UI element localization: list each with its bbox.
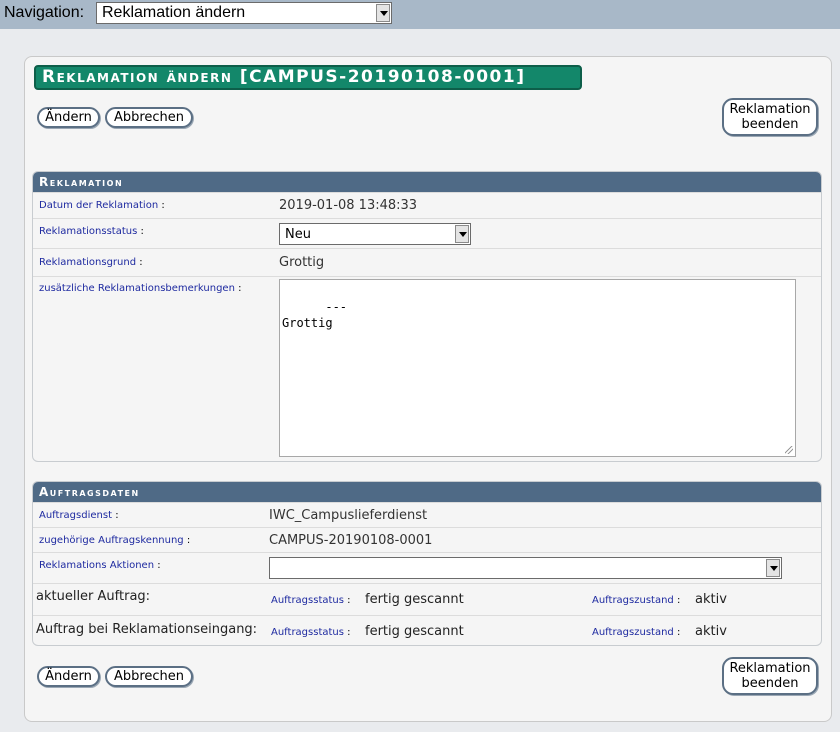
claim-remarks-row: zusätzliche Reklamationsbemerkungen : --… [33, 276, 821, 461]
claim-date-value: 2019-01-08 13:48:33 [279, 198, 418, 213]
order-id-row: zugehörige Auftragskennung : CAMPUS-2019… [33, 527, 821, 553]
order-service-label: Auftragsdienst : [39, 510, 119, 521]
chevron-down-icon[interactable] [376, 4, 390, 22]
claim-section: Reklamation Datum der Reklamation : 2019… [32, 171, 822, 462]
order-at-claim-status-label: Auftragsstatus : [271, 627, 351, 638]
claim-reason-label: Reklamationsgrund : [39, 257, 143, 268]
order-at-claim-row: Auftrag bei Reklamationseingang: Auftrag… [33, 615, 821, 645]
change-button-top[interactable]: Ändern [37, 107, 100, 128]
order-service-row: Auftragsdienst : IWC_Campuslieferdienst [33, 502, 821, 528]
current-order-condition-label: Auftragszustand : [592, 595, 681, 606]
order-at-claim-status-value: fertig gescannt [365, 624, 464, 639]
navigation-label: Navigation: [4, 4, 85, 21]
chevron-down-icon[interactable] [766, 559, 780, 577]
order-at-claim-condition-label: Auftragszustand : [592, 627, 681, 638]
claim-section-header: Reklamation [33, 172, 821, 192]
navigation-bar: Navigation: Reklamation ändern [0, 0, 840, 29]
claim-remarks-text: --- Grottig [282, 300, 348, 330]
order-section: Auftragsdaten Auftragsdienst : IWC_Campu… [32, 481, 822, 646]
claim-date-row: Datum der Reklamation : 2019-01-08 13:48… [33, 192, 821, 219]
navigation-select-value: Reklamation ändern [102, 4, 246, 21]
claim-remarks-label: zusätzliche Reklamationsbemerkungen : [39, 283, 242, 294]
claim-reason-value: Grottig [279, 255, 325, 270]
current-order-status-value: fertig gescannt [365, 592, 464, 607]
finish-claim-button-bottom[interactable]: Reklamation beenden [722, 657, 818, 695]
chevron-down-icon[interactable] [455, 225, 469, 243]
page-title: Reklamation ändern [CAMPUS-20190108-0001… [34, 65, 582, 90]
claim-status-select-value: Neu [285, 227, 311, 242]
cancel-button-top[interactable]: Abbrechen [105, 107, 193, 128]
current-order-row: aktueller Auftrag: Auftragsstatus : fert… [33, 583, 821, 616]
order-at-claim-condition-value: aktiv [695, 624, 727, 639]
claim-reason-row: Reklamationsgrund : Grottig [33, 248, 821, 277]
finish-claim-button-top[interactable]: Reklamation beenden [722, 98, 818, 136]
claim-actions-row: Reklamations Aktionen : [33, 552, 821, 584]
current-order-status-label: Auftragsstatus : [271, 595, 351, 606]
claim-remarks-textarea[interactable]: --- Grottig [279, 279, 796, 457]
current-order-label: aktueller Auftrag: [36, 589, 151, 604]
change-button-bottom[interactable]: Ändern [37, 666, 100, 687]
resize-grip-icon[interactable] [785, 446, 793, 454]
navigation-select[interactable]: Reklamation ändern [96, 2, 392, 24]
order-service-value: IWC_Campuslieferdienst [269, 508, 428, 523]
claim-actions-label: Reklamations Aktionen : [39, 560, 161, 571]
order-section-header: Auftragsdaten [33, 482, 821, 502]
claim-status-row: Reklamationsstatus : Neu [33, 218, 821, 249]
claim-status-label: Reklamationsstatus : [39, 226, 144, 237]
order-at-claim-label: Auftrag bei Reklamationseingang: [36, 622, 258, 637]
order-id-value: CAMPUS-20190108-0001 [269, 533, 433, 548]
order-id-label: zugehörige Auftragskennung : [39, 535, 191, 546]
claim-status-select[interactable]: Neu [279, 223, 471, 245]
cancel-button-bottom[interactable]: Abbrechen [105, 666, 193, 687]
claim-actions-select[interactable] [269, 557, 782, 579]
claim-date-label: Datum der Reklamation : [39, 200, 165, 211]
current-order-condition-value: aktiv [695, 592, 727, 607]
